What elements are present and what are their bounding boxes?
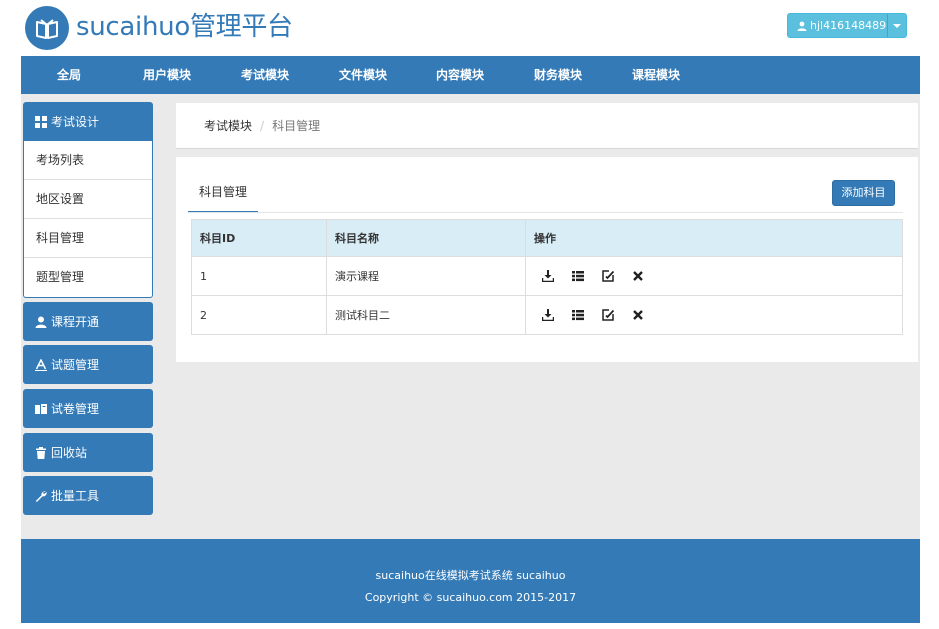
edit-action[interactable] (602, 269, 632, 283)
sidebar-item-exam-design[interactable]: 考试设计 (23, 102, 153, 141)
sidebar-item-questions[interactable]: 试题管理 (23, 345, 153, 384)
book-open-icon (35, 403, 47, 414)
logo[interactable] (25, 6, 69, 50)
sidebar-item-label: 批量工具 (51, 489, 100, 503)
sidebar-item-course-open[interactable]: 课程开通 (23, 302, 153, 341)
sidebar-link-subjects[interactable]: 科目管理 (24, 219, 152, 258)
list-icon (572, 310, 584, 321)
column-header-ops: 操作 (525, 219, 903, 257)
delete-action[interactable] (632, 308, 662, 322)
row-actions (534, 269, 902, 283)
breadcrumb-parent[interactable]: 考试模块 (204, 117, 252, 134)
cell-name: 演示课程 (326, 256, 526, 296)
user-dropdown-toggle[interactable] (888, 14, 906, 37)
user-name: hjl416148489 (810, 19, 887, 32)
sidebar-link-exam-rooms[interactable]: 考场列表 (24, 141, 152, 180)
list-icon (572, 271, 584, 282)
download-icon (542, 309, 554, 321)
sidebar-submenu: 考场列表 地区设置 科目管理 题型管理 (23, 141, 153, 298)
table-row: 1 演示课程 (191, 256, 903, 296)
sidebar-item-papers[interactable]: 试卷管理 (23, 389, 153, 428)
brand-title: sucaihuo管理平台 (76, 12, 293, 42)
footer: sucaihuo在线模拟考试系统 sucaihuo Copyright © su… (21, 539, 920, 623)
main-nav: 全局 用户模块 考试模块 文件模块 内容模块 财务模块 课程模块 (21, 56, 920, 94)
trash-icon (36, 446, 46, 459)
sidebar-item-label: 回收站 (51, 446, 88, 460)
sidebar-item-trash[interactable]: 回收站 (23, 433, 153, 472)
wrench-icon (35, 490, 47, 502)
cell-ops (525, 295, 903, 335)
edit-icon (602, 309, 614, 321)
cell-ops (525, 256, 903, 296)
subject-table: 科目ID 科目名称 操作 1 演示课程 2 测试科目二 (191, 219, 903, 335)
caret-down-icon (893, 23, 901, 28)
nav-item-users[interactable]: 用户模块 (143, 56, 191, 94)
table-row: 2 测试科目二 (191, 295, 903, 335)
edit-action[interactable] (602, 308, 632, 322)
sidebar-link-regions[interactable]: 地区设置 (24, 180, 152, 219)
sidebar-item-label: 试题管理 (51, 358, 100, 372)
user-button-main[interactable]: hjl416148489 (788, 14, 888, 37)
header: sucaihuo管理平台 hjl416148489 (0, 0, 939, 56)
footer-copyright: Copyright © sucaihuo.com 2015-2017 (364, 591, 577, 604)
sidebar-link-question-types[interactable]: 题型管理 (24, 258, 152, 297)
edit-icon (602, 270, 614, 282)
tab-divider (188, 212, 903, 213)
list-action[interactable] (572, 269, 602, 283)
add-subject-button[interactable]: 添加科目 (832, 180, 895, 206)
delete-action[interactable] (632, 269, 662, 283)
nav-item-global[interactable]: 全局 (57, 56, 81, 94)
sidebar-item-label: 试卷管理 (51, 402, 100, 416)
text-icon (35, 358, 47, 371)
nav-item-content[interactable]: 内容模块 (436, 56, 484, 94)
breadcrumb: 考试模块 / 科目管理 (176, 103, 918, 149)
breadcrumb-separator: / (260, 118, 265, 133)
book-icon (36, 19, 58, 39)
subject-panel: 科目管理 添加科目 科目ID 科目名称 操作 1 演示课程 2 测试科目二 (176, 157, 918, 362)
sidebar-item-label: 课程开通 (51, 315, 100, 329)
sidebar-item-batch-tools[interactable]: 批量工具 (23, 476, 153, 515)
breadcrumb-current: 科目管理 (272, 119, 321, 133)
footer-system-name: sucaihuo在线模拟考试系统 sucaihuo (375, 569, 566, 582)
cell-name: 测试科目二 (326, 295, 526, 335)
nav-item-files[interactable]: 文件模块 (339, 56, 387, 94)
column-header-id: 科目ID (191, 219, 327, 257)
nav-item-finance[interactable]: 财务模块 (534, 56, 582, 94)
user-icon (35, 316, 47, 328)
cell-id: 1 (191, 256, 327, 296)
user-icon (797, 21, 807, 31)
column-header-name: 科目名称 (326, 219, 526, 257)
cell-id: 2 (191, 295, 327, 335)
download-action[interactable] (542, 308, 572, 322)
table-header-row: 科目ID 科目名称 操作 (191, 219, 903, 257)
grid-icon (35, 115, 47, 128)
row-actions (534, 308, 902, 322)
sidebar-item-label: 考试设计 (51, 115, 100, 129)
delete-icon (633, 271, 643, 281)
download-icon (542, 270, 554, 282)
delete-icon (633, 310, 643, 320)
download-action[interactable] (542, 269, 572, 283)
user-menu-button[interactable]: hjl416148489 (787, 13, 907, 38)
nav-item-exams[interactable]: 考试模块 (241, 56, 289, 94)
nav-item-courses[interactable]: 课程模块 (632, 56, 680, 94)
tab-subject-management[interactable]: 科目管理 (188, 177, 258, 213)
list-action[interactable] (572, 308, 602, 322)
